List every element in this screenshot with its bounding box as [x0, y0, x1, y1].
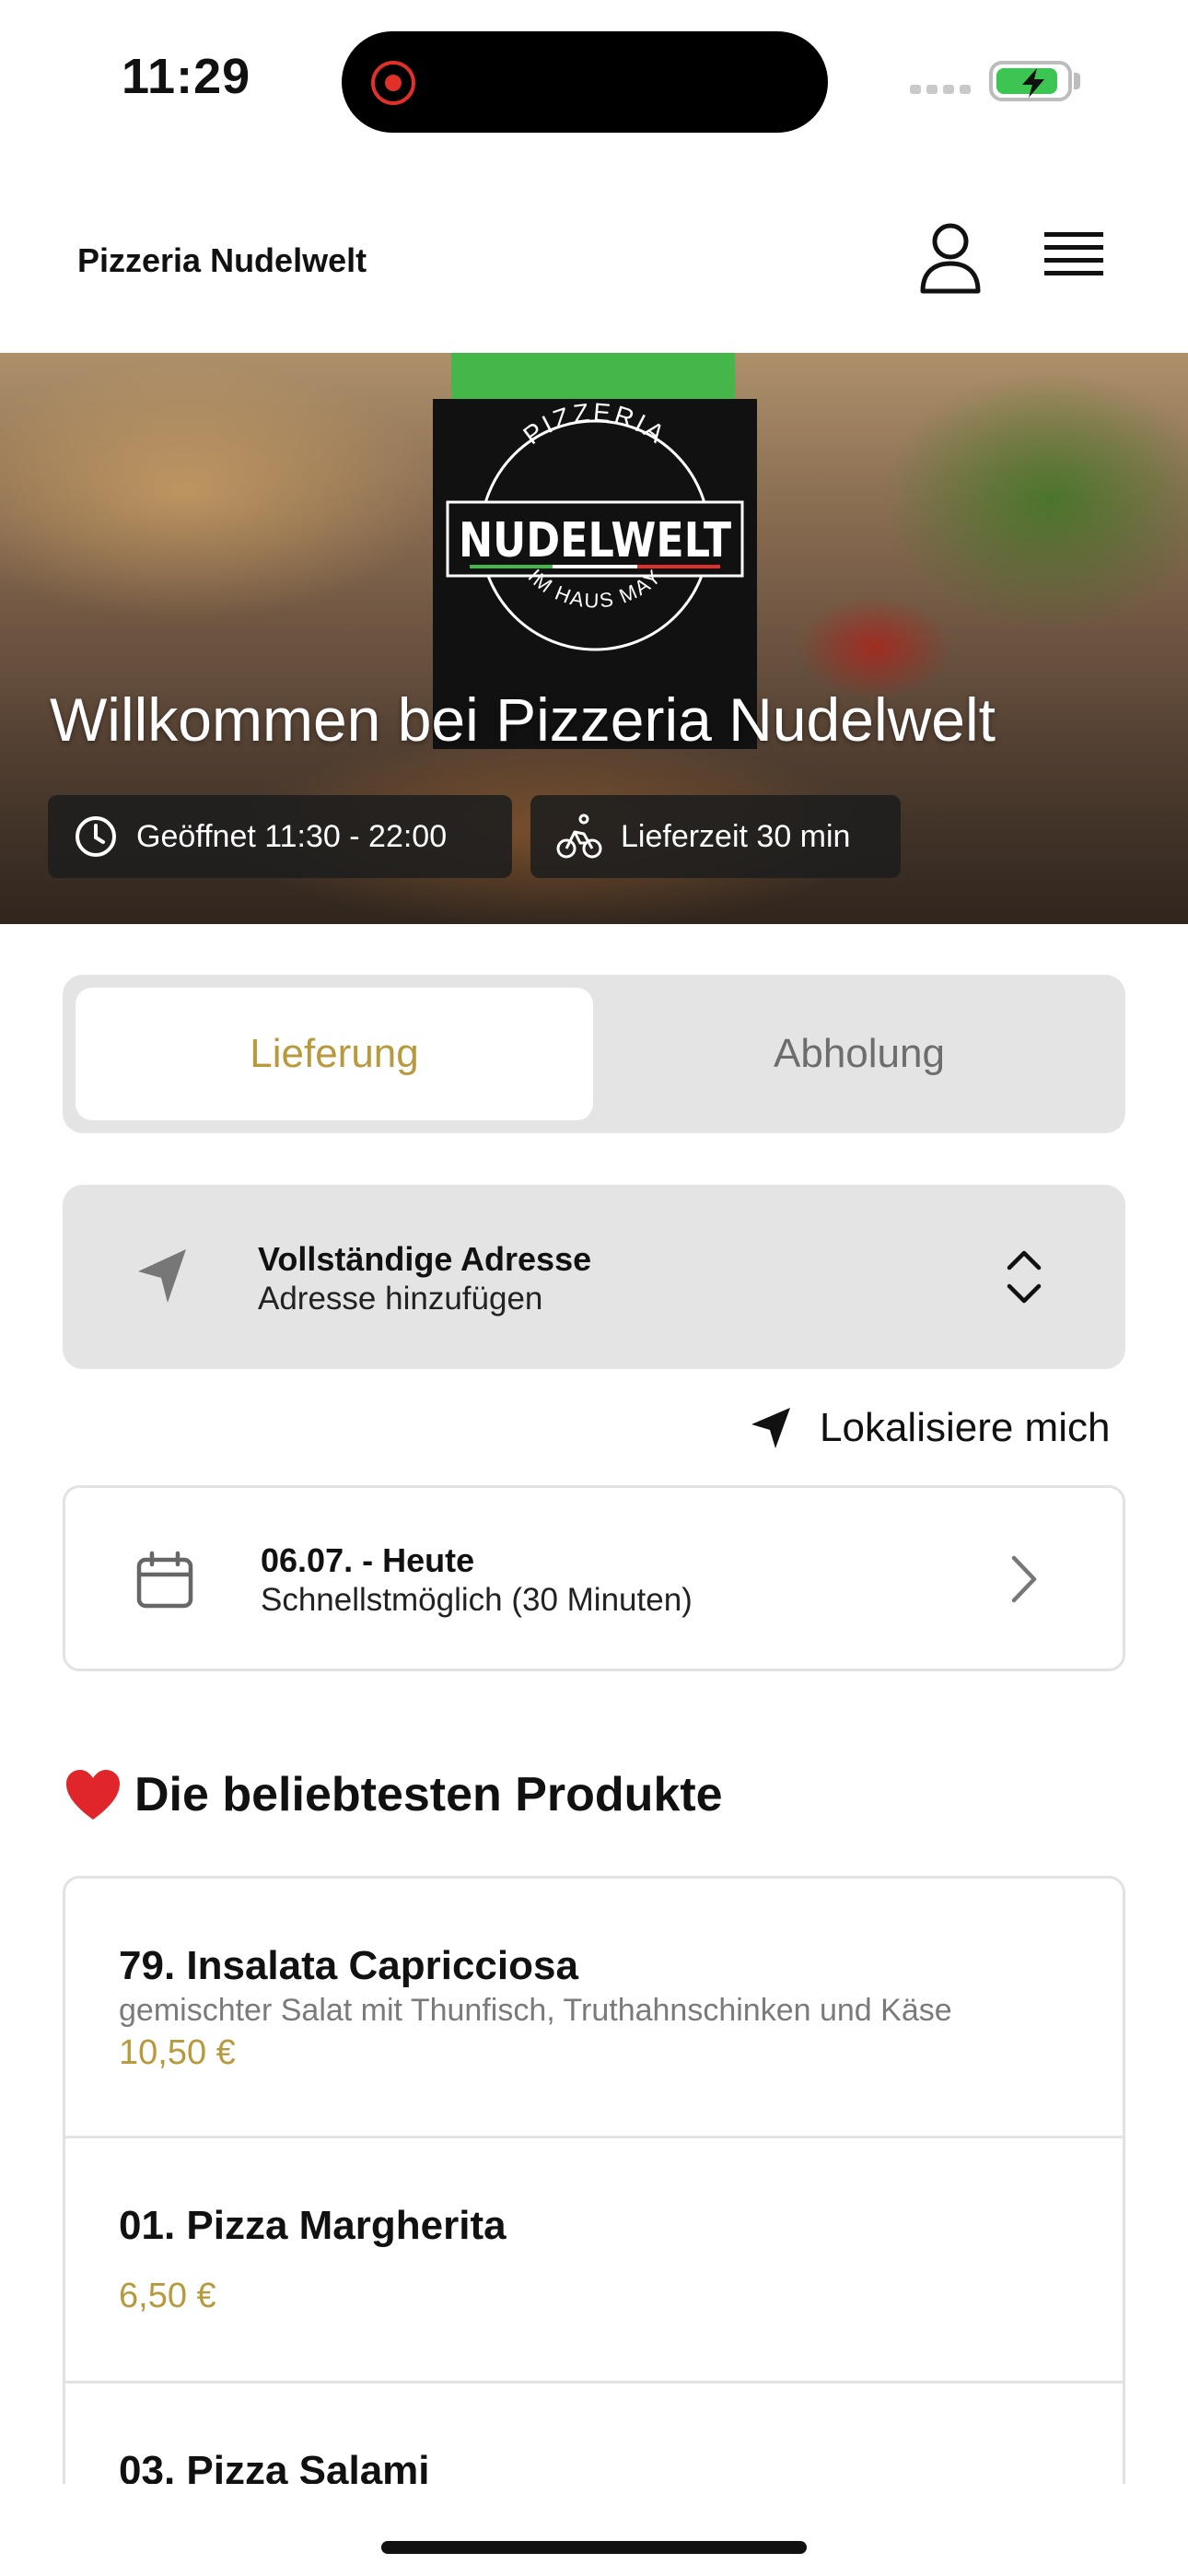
- product-name: 01. Pizza Margherita: [119, 2203, 507, 2248]
- battery-cap: [1074, 73, 1080, 89]
- app-header: Pizzeria Nudelwelt: [0, 157, 1188, 353]
- tab-delivery[interactable]: Lieferung: [76, 988, 593, 1120]
- bicycle-icon: [556, 814, 602, 859]
- menu-button[interactable]: [1042, 228, 1107, 292]
- locate-me-button[interactable]: Lokalisiere mich: [750, 1400, 1110, 1456]
- address-title: Vollständige Adresse: [258, 1240, 592, 1278]
- product-item[interactable]: 79. Insalata Capricciosa gemischter Sala…: [65, 1879, 1123, 2138]
- dynamic-island: [342, 31, 828, 133]
- clock-icon: [76, 816, 116, 857]
- locate-me-label: Lokalisiere mich: [820, 1405, 1111, 1450]
- popular-products-title: Die beliebtesten Produkte: [134, 1768, 723, 1821]
- opening-hours-label: Geöffnet 11:30 - 22:00: [136, 818, 448, 854]
- delivery-time-chip: Lieferzeit 30 min: [530, 795, 901, 878]
- schedule-date: 06.07. - Heute: [261, 1541, 475, 1579]
- hamburger-menu-icon: [1044, 232, 1103, 275]
- svg-text:PIZZERIA: PIZZERIA: [518, 399, 671, 450]
- tab-pickup[interactable]: Abholung: [606, 988, 1112, 1120]
- svg-text:NUDELWELT: NUDELWELT: [459, 513, 731, 568]
- order-mode-toggle: Lieferung Abholung: [63, 975, 1125, 1133]
- delivery-time-label: Lieferzeit 30 min: [621, 818, 851, 854]
- product-list: 79. Insalata Capricciosa gemischter Sala…: [63, 1876, 1125, 2484]
- location-arrow-icon: [138, 1249, 186, 1303]
- opening-hours-chip: Geöffnet 11:30 - 22:00: [48, 795, 512, 878]
- product-name: 79. Insalata Capricciosa: [119, 1943, 578, 1988]
- delivery-time-selector[interactable]: 06.07. - Heute Schnellstmöglich (30 Minu…: [63, 1485, 1125, 1671]
- user-icon: [920, 223, 981, 294]
- product-price: 10,50 €: [119, 2033, 236, 2072]
- address-selector[interactable]: Vollständige Adresse Adresse hinzufügen: [63, 1185, 1125, 1369]
- status-time: 11:29: [122, 49, 251, 104]
- chevron-right-icon: [1011, 1555, 1037, 1603]
- address-subtitle: Adresse hinzufügen: [258, 1281, 543, 1317]
- signal-icon: [910, 85, 971, 94]
- product-price: 6,50 €: [119, 2277, 216, 2315]
- heart-icon: [66, 1770, 120, 1820]
- user-account-button[interactable]: [914, 221, 987, 299]
- product-item[interactable]: 03. Pizza Salami: [65, 2383, 1123, 2484]
- product-name: 03. Pizza Salami: [119, 2448, 430, 2484]
- product-description: gemischter Salat mit Thunfisch, Truthahn…: [119, 1993, 952, 2028]
- welcome-title: Willkommen bei Pizzeria Nudelwelt: [50, 685, 996, 754]
- chevron-up-down-icon: [1007, 1250, 1042, 1304]
- popular-products-heading: Die beliebtesten Produkte: [64, 1767, 723, 1822]
- location-arrow-icon: [751, 1408, 790, 1448]
- product-item[interactable]: 01. Pizza Margherita 6,50 €: [65, 2138, 1123, 2383]
- calendar-icon: [136, 1551, 193, 1609]
- schedule-time: Schnellstmöglich (30 Minuten): [261, 1582, 693, 1618]
- recording-indicator-icon: [371, 61, 415, 105]
- hero-banner: PIZZERIA NUDELWELT IM HAUS MAY Willkomme…: [0, 353, 1188, 924]
- status-bar: 11:29: [0, 0, 1188, 157]
- battery-icon: [989, 61, 1072, 101]
- restaurant-name: Pizzeria Nudelwelt: [77, 241, 367, 279]
- home-indicator[interactable]: [381, 2541, 807, 2554]
